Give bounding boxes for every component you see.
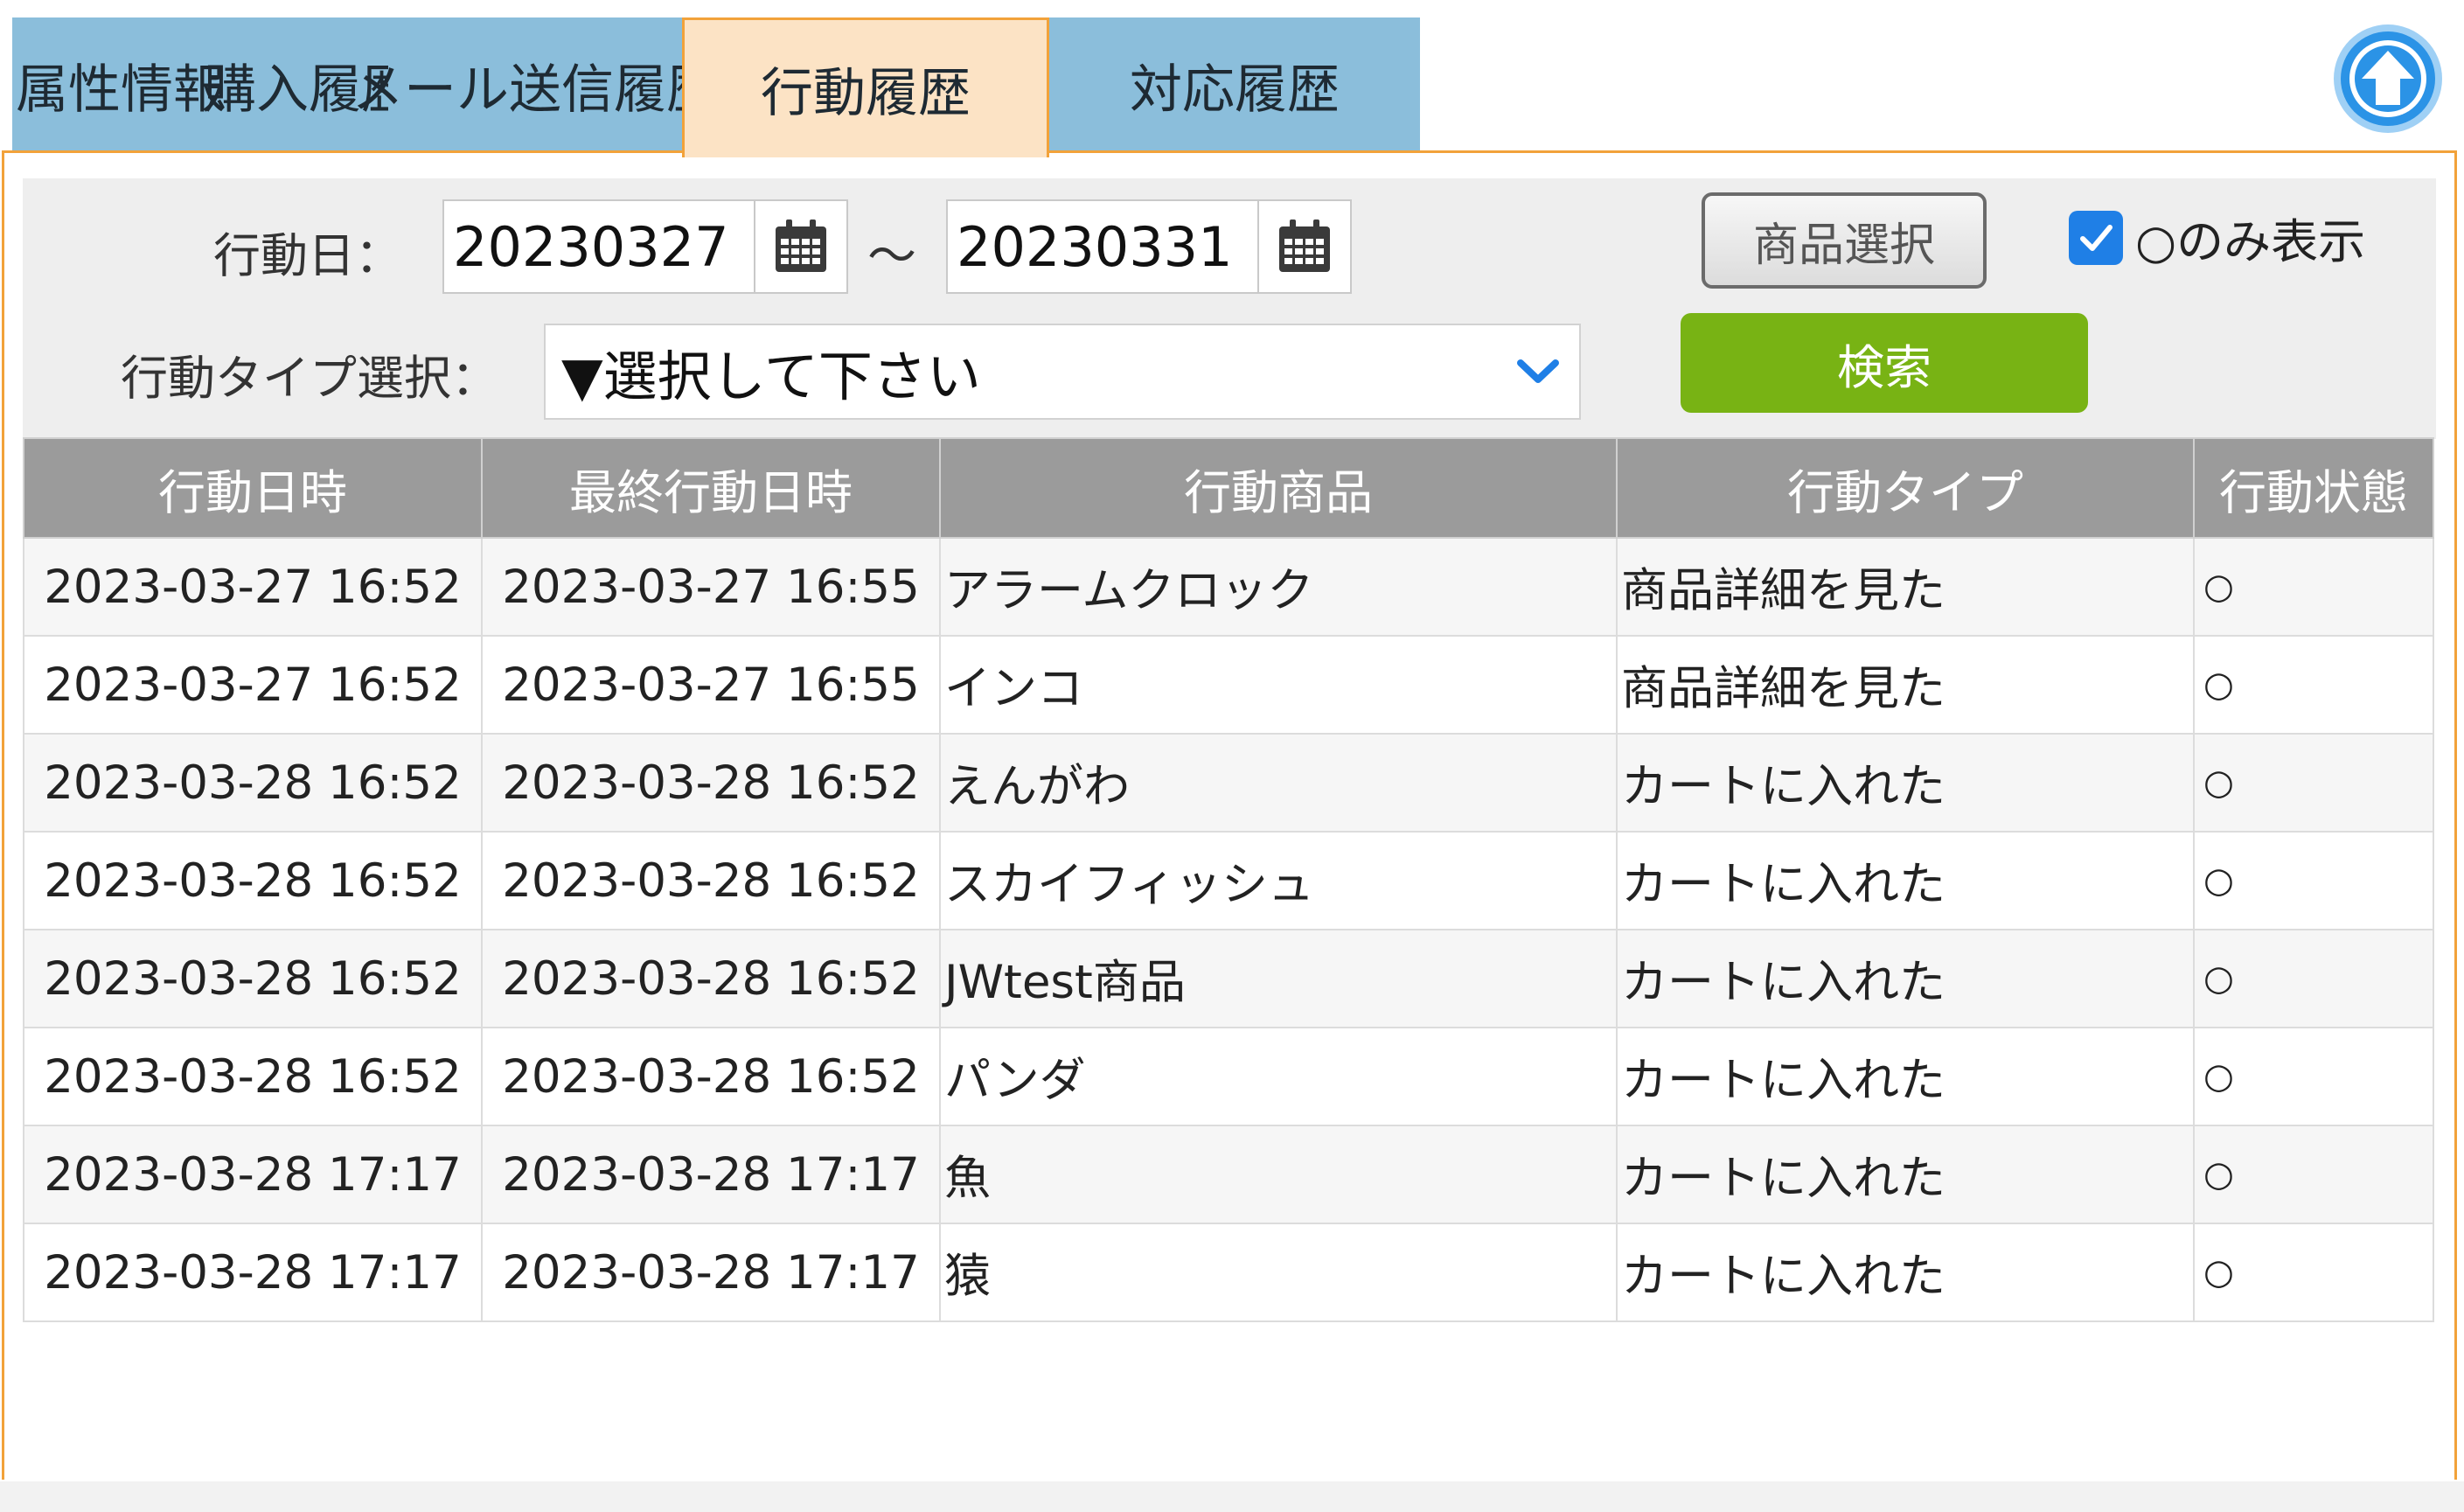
- checkbox-box[interactable]: [2069, 210, 2123, 265]
- cell-product: 魚: [939, 1125, 1618, 1224]
- checkmark-icon: [2080, 224, 2112, 251]
- cell-status: ○: [2193, 635, 2434, 735]
- tab-behavior-history[interactable]: 行動履歴: [682, 17, 1049, 157]
- table-row: 2023-03-28 17:17 2023-03-28 17:17 魚 カートに…: [23, 1125, 2434, 1224]
- cell-type: カートに入れた: [1616, 733, 2195, 833]
- cell-last-datetime: 2023-03-27 16:55: [481, 537, 941, 637]
- calendar-from-button[interactable]: [754, 201, 846, 292]
- date-from-value[interactable]: 20230327: [444, 215, 754, 279]
- cell-product: えんがわ: [939, 733, 1618, 833]
- product-select-button[interactable]: 商品選択: [1702, 192, 1987, 289]
- behavior-type-select[interactable]: ▼選択して下さい: [544, 324, 1581, 420]
- cell-status: ○: [2193, 537, 2434, 637]
- cell-status: ○: [2193, 929, 2434, 1028]
- cell-product: JWtest商品: [939, 929, 1618, 1028]
- cell-datetime: 2023-03-27 16:52: [23, 635, 483, 735]
- col-header-status[interactable]: 行動状態: [2193, 437, 2434, 539]
- behavior-type-selected: ▼選択して下さい: [561, 345, 981, 408]
- scroll-top-button[interactable]: [2332, 23, 2444, 135]
- cell-status: ○: [2193, 733, 2434, 833]
- cell-datetime: 2023-03-28 16:52: [23, 831, 483, 930]
- cell-last-datetime: 2023-03-27 16:55: [481, 635, 941, 735]
- table-header-row: 行動日時 最終行動日時 行動商品 行動タイプ 行動状態: [23, 437, 2434, 539]
- only-circle-label: ○のみ表示: [2135, 214, 2366, 269]
- cell-type: カートに入れた: [1616, 1223, 2195, 1322]
- date-to-field[interactable]: 20230331: [946, 199, 1352, 294]
- chevron-down-icon: [1517, 359, 1559, 383]
- calendar-icon: [1279, 219, 1330, 272]
- cell-type: カートに入れた: [1616, 1125, 2195, 1224]
- cell-datetime: 2023-03-28 16:52: [23, 1027, 483, 1126]
- date-separator: ～: [867, 228, 916, 285]
- tab-attributes[interactable]: 属性情報: [12, 17, 229, 152]
- col-header-datetime[interactable]: 行動日時: [23, 437, 483, 539]
- search-button[interactable]: 検索: [1681, 313, 2088, 413]
- cell-status: ○: [2193, 1027, 2434, 1126]
- cell-product: 猿: [939, 1223, 1618, 1322]
- cell-type: カートに入れた: [1616, 929, 2195, 1028]
- cell-datetime: 2023-03-28 16:52: [23, 733, 483, 833]
- cell-type: カートに入れた: [1616, 831, 2195, 930]
- cell-last-datetime: 2023-03-28 17:17: [481, 1125, 941, 1224]
- tab-support-history[interactable]: 対応履歴: [1049, 17, 1420, 152]
- cell-last-datetime: 2023-03-28 16:52: [481, 1027, 941, 1126]
- cell-type: 商品詳細を見た: [1616, 635, 2195, 735]
- cell-product: アラームクロック: [939, 537, 1618, 637]
- cell-last-datetime: 2023-03-28 16:52: [481, 831, 941, 930]
- date-to-value[interactable]: 20230331: [948, 215, 1257, 279]
- date-from-field[interactable]: 20230327: [442, 199, 848, 294]
- only-circle-checkbox[interactable]: ○のみ表示: [2069, 203, 2365, 272]
- bottom-strip: [0, 1481, 2464, 1512]
- cell-status: ○: [2193, 1223, 2434, 1322]
- tab-bar: 属性情報 購入履歴 メール送信履歴 行動履歴 対応履歴: [12, 17, 1420, 157]
- col-header-type[interactable]: 行動タイプ: [1616, 437, 2195, 539]
- cell-last-datetime: 2023-03-28 16:52: [481, 733, 941, 833]
- table-row: 2023-03-28 16:52 2023-03-28 16:52 パンダ カー…: [23, 1027, 2434, 1126]
- calendar-icon: [776, 219, 826, 272]
- cell-last-datetime: 2023-03-28 16:52: [481, 929, 941, 1028]
- cell-last-datetime: 2023-03-28 17:17: [481, 1223, 941, 1322]
- type-label: 行動タイプ選択：: [121, 351, 498, 406]
- cell-datetime: 2023-03-28 17:17: [23, 1125, 483, 1224]
- col-header-product[interactable]: 行動商品: [939, 437, 1618, 539]
- cell-product: パンダ: [939, 1027, 1618, 1126]
- table-row: 2023-03-27 16:52 2023-03-27 16:55 インコ 商品…: [23, 635, 2434, 735]
- date-label: 行動日：: [213, 228, 402, 283]
- cell-datetime: 2023-03-28 16:52: [23, 929, 483, 1028]
- col-header-last-datetime[interactable]: 最終行動日時: [481, 437, 941, 539]
- table-row: 2023-03-28 16:52 2023-03-28 16:52 JWtest…: [23, 929, 2434, 1028]
- cell-product: スカイフィッシュ: [939, 831, 1618, 930]
- cell-type: 商品詳細を見た: [1616, 537, 2195, 637]
- calendar-to-button[interactable]: [1257, 201, 1350, 292]
- table-row: 2023-03-27 16:52 2023-03-27 16:55 アラームクロ…: [23, 537, 2434, 637]
- tab-mail-history[interactable]: メール送信履歴: [352, 17, 719, 152]
- behavior-table: 行動日時 最終行動日時 行動商品 行動タイプ 行動状態 2023-03-27 1…: [23, 437, 2434, 1322]
- table-row: 2023-03-28 16:52 2023-03-28 16:52 スカイフィッ…: [23, 831, 2434, 930]
- cell-type: カートに入れた: [1616, 1027, 2195, 1126]
- cell-status: ○: [2193, 1125, 2434, 1224]
- cell-status: ○: [2193, 831, 2434, 930]
- cell-product: インコ: [939, 635, 1618, 735]
- cell-datetime: 2023-03-27 16:52: [23, 537, 483, 637]
- table-row: 2023-03-28 17:17 2023-03-28 17:17 猿 カートに…: [23, 1223, 2434, 1322]
- cell-datetime: 2023-03-28 17:17: [23, 1223, 483, 1322]
- arrow-up-circle-icon: [2334, 24, 2442, 133]
- table-row: 2023-03-28 16:52 2023-03-28 16:52 えんがわ カ…: [23, 733, 2434, 833]
